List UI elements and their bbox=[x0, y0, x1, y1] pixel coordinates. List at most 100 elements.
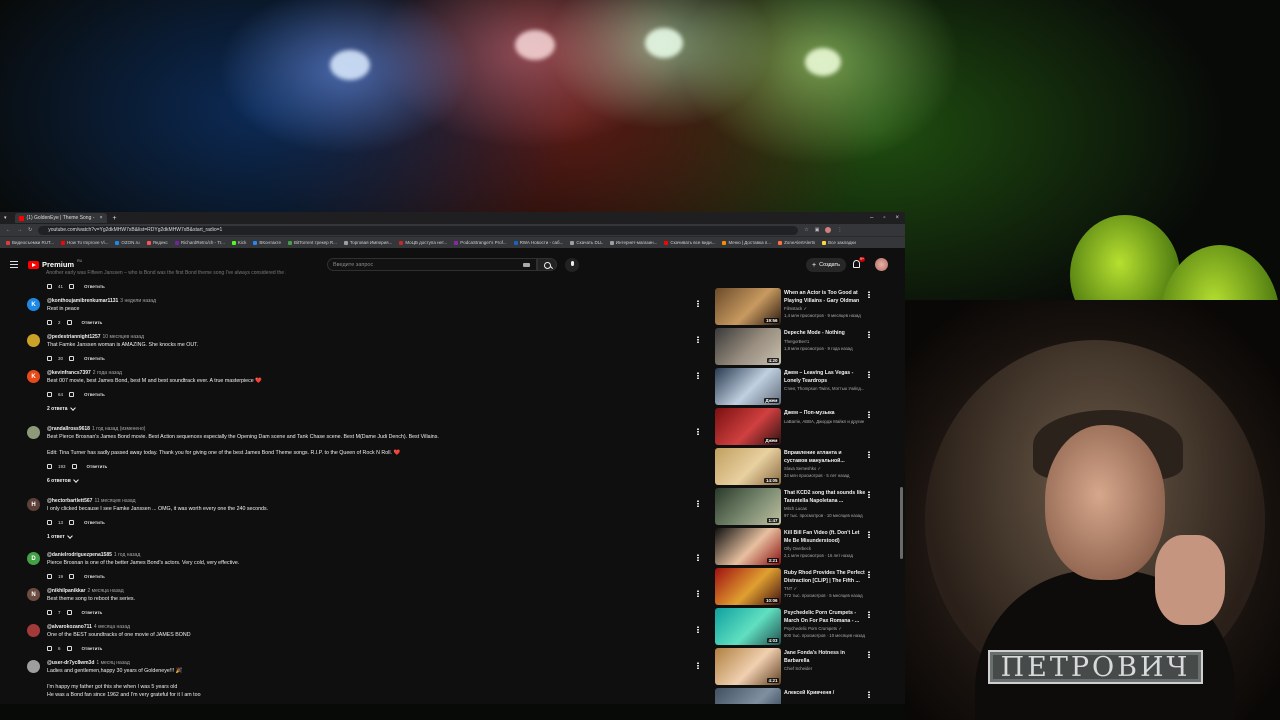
new-tab-button[interactable]: + bbox=[113, 215, 117, 222]
keyboard-icon[interactable] bbox=[523, 263, 530, 267]
channel-name[interactable]: TNT ✓ bbox=[784, 586, 797, 592]
video-menu-icon[interactable] bbox=[868, 451, 870, 458]
reply-button[interactable]: Ответить bbox=[87, 464, 108, 469]
video-menu-icon[interactable] bbox=[868, 691, 870, 698]
dislike-icon[interactable] bbox=[69, 392, 75, 397]
video-menu-icon[interactable] bbox=[868, 411, 870, 418]
reply-button[interactable]: Ответить bbox=[84, 574, 105, 579]
recommended-video[interactable]: 19:56 When an Actor is Too Good at Playin… bbox=[715, 288, 885, 326]
video-menu-icon[interactable] bbox=[868, 611, 870, 618]
video-title[interactable]: That KCD2 song that sounds like Tarantel… bbox=[784, 490, 866, 505]
recommended-video[interactable]: Джем Джем – Поп-музыка LaBarrie, ABBA, Джо… bbox=[715, 408, 885, 446]
like-icon[interactable] bbox=[47, 610, 52, 615]
like-icon[interactable] bbox=[47, 574, 52, 579]
comment-author[interactable]: @randallross9618 bbox=[47, 426, 90, 432]
channel-name[interactable]: Slava Semeshko ✓ bbox=[784, 466, 821, 472]
comment-avatar[interactable] bbox=[27, 624, 40, 637]
recommended-video[interactable]: 4:20 Depeche Mode - Nothing TheIgorBerr1 1,… bbox=[715, 328, 885, 366]
like-icon[interactable] bbox=[47, 320, 52, 325]
comment-author[interactable]: @user-dr7yc8wm3d bbox=[47, 660, 94, 666]
comment-author[interactable]: @kevinfrancs7397 bbox=[47, 370, 91, 376]
comment-timestamp[interactable]: 3 недели назад bbox=[120, 298, 156, 304]
recommended-video[interactable]: 4:21 Jane Fonda's Hotness in Barbarella Ch… bbox=[715, 648, 885, 686]
video-menu-icon[interactable] bbox=[868, 331, 870, 338]
channel-name[interactable]: TheIgorBerr1 bbox=[784, 339, 809, 344]
menu-icon[interactable]: ⋮ bbox=[837, 227, 842, 233]
video-thumbnail[interactable]: 4:03 bbox=[715, 608, 781, 645]
tab-search-icon[interactable]: ▾ bbox=[4, 215, 7, 221]
channel-name[interactable]: Chief Scheider bbox=[784, 666, 812, 671]
channel-name[interactable]: Стинг, Thompson Twins, Мэттью Уайлд... bbox=[784, 386, 865, 391]
comment-avatar[interactable] bbox=[27, 426, 40, 439]
channel-name[interactable]: Mitch Lucas bbox=[784, 506, 807, 511]
url-field[interactable]: youtube.com/watch?v=Yg2dkMHW7xB&list=RDY… bbox=[38, 225, 799, 235]
video-thumbnail[interactable]: 3:21 bbox=[715, 528, 781, 565]
video-menu-icon[interactable] bbox=[868, 371, 870, 378]
bookmark-item[interactable]: ВКонтакте bbox=[253, 240, 281, 245]
scrollbar-thumb[interactable] bbox=[900, 487, 903, 559]
comment-avatar[interactable]: K bbox=[27, 298, 40, 311]
bookmark-item[interactable]: Скачать DLL bbox=[570, 240, 603, 245]
dislike-icon[interactable] bbox=[69, 574, 75, 579]
comment-avatar[interactable]: D bbox=[27, 552, 40, 565]
comment-timestamp[interactable]: 1 месяц назад bbox=[96, 660, 129, 666]
like-icon[interactable] bbox=[47, 464, 52, 469]
comment-menu-icon[interactable] bbox=[697, 336, 699, 343]
bookmark-item[interactable]: Видеосъемки RUT... bbox=[6, 240, 54, 245]
channel-name[interactable]: LaBarrie, ABBA, Джордж Майкл и другие bbox=[784, 419, 864, 424]
youtube-logo[interactable]: Premium RU bbox=[28, 259, 82, 269]
like-icon[interactable] bbox=[47, 284, 52, 289]
comment-author[interactable]: @konthoujamibrenkumar1131 bbox=[47, 298, 118, 304]
create-button[interactable]: + Создать bbox=[806, 258, 846, 272]
reply-button[interactable]: Ответить bbox=[84, 356, 105, 361]
channel-name[interactable]: Olly Overbeck bbox=[784, 546, 811, 551]
comment-avatar[interactable] bbox=[27, 334, 40, 347]
bookmark-item[interactable]: How To Improve Vi... bbox=[61, 240, 108, 245]
bookmark-star-icon[interactable]: ☆ bbox=[804, 227, 808, 233]
dislike-icon[interactable] bbox=[66, 610, 72, 615]
channel-name[interactable]: Filmstack ✓ bbox=[784, 306, 807, 312]
video-title[interactable]: Джем – Поп-музыка bbox=[784, 410, 866, 418]
comment-menu-icon[interactable] bbox=[697, 554, 699, 561]
recommended-video[interactable]: Джем Джем – Leaving Las Vegas - Lonely Te… bbox=[715, 368, 885, 406]
dislike-icon[interactable] bbox=[69, 520, 75, 525]
forward-icon[interactable]: → bbox=[17, 227, 22, 233]
video-title[interactable]: Depeche Mode - Nothing bbox=[784, 330, 866, 338]
video-title[interactable]: When an Actor is Too Good at Playing Vil… bbox=[784, 290, 866, 305]
tab-close-icon[interactable]: × bbox=[100, 215, 103, 221]
video-menu-icon[interactable] bbox=[868, 651, 870, 658]
minimize-icon[interactable]: – bbox=[870, 215, 873, 221]
extensions-icon[interactable]: ▣ bbox=[815, 227, 820, 233]
profile-icon[interactable] bbox=[825, 227, 832, 233]
video-thumbnail[interactable]: Джем bbox=[715, 408, 781, 445]
like-icon[interactable] bbox=[47, 646, 52, 651]
dislike-icon[interactable] bbox=[69, 356, 75, 361]
like-icon[interactable] bbox=[47, 520, 52, 525]
video-thumbnail[interactable]: 14:05 bbox=[715, 448, 781, 485]
video-thumbnail[interactable] bbox=[715, 688, 781, 704]
recommended-video[interactable]: 3:21 Kill Bill Fan Video (ft. Don't Let M… bbox=[715, 528, 885, 566]
show-replies-button[interactable]: 1 ответ bbox=[47, 533, 73, 540]
bookmark-item[interactable]: ZoneAlertAlerts bbox=[778, 240, 815, 245]
comment-menu-icon[interactable] bbox=[697, 662, 699, 669]
video-thumbnail[interactable]: 19:56 bbox=[715, 288, 781, 325]
show-replies-button[interactable]: 6 ответов bbox=[47, 477, 79, 484]
video-menu-icon[interactable] bbox=[868, 291, 870, 298]
recommended-video[interactable]: 14:05 Вправление атланта и суставов мануа… bbox=[715, 448, 885, 486]
video-title[interactable]: Jane Fonda's Hotness in Barbarella bbox=[784, 650, 866, 665]
recommended-video[interactable]: Алексей Кривченя / bbox=[715, 688, 885, 704]
comment-menu-icon[interactable] bbox=[697, 590, 699, 597]
video-title[interactable]: Kill Bill Fan Video (ft. Don't Let Me Be… bbox=[784, 530, 866, 545]
bookmark-item[interactable]: Kick bbox=[231, 240, 246, 245]
browser-tab-active[interactable]: (1) GoldenEye | Theme Song - × bbox=[14, 213, 107, 223]
video-title[interactable]: Вправление атланта и суставов мануальной… bbox=[784, 450, 866, 465]
bookmark-item[interactable]: Меню | Доставка п... bbox=[722, 240, 771, 245]
video-title[interactable]: Алексей Кривченя / bbox=[784, 690, 866, 698]
bookmark-item[interactable]: RichardRetro/ch - Tr... bbox=[174, 240, 225, 245]
reply-button[interactable]: Ответить bbox=[84, 284, 105, 289]
comment-avatar[interactable]: N bbox=[27, 588, 40, 601]
like-icon[interactable] bbox=[47, 356, 52, 361]
dislike-icon[interactable] bbox=[66, 646, 72, 651]
comment-author[interactable]: @hectorbartlett567 bbox=[47, 498, 92, 504]
comment-avatar[interactable]: K bbox=[27, 370, 40, 383]
